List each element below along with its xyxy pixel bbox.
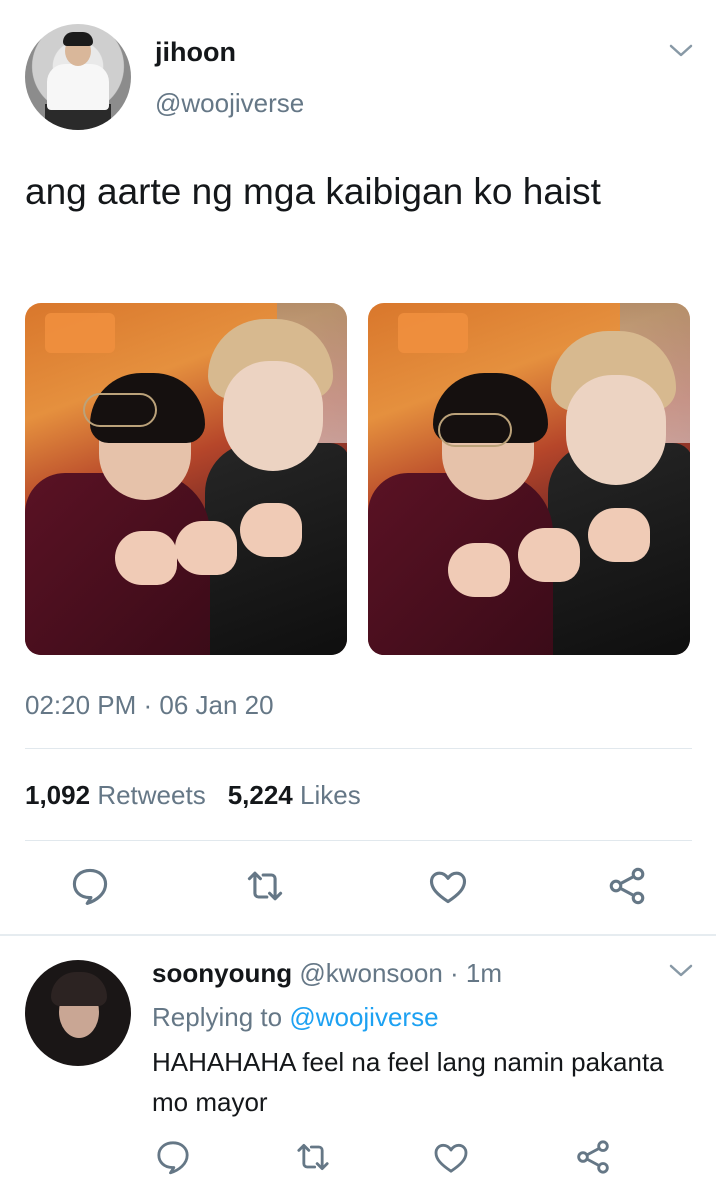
author-display-name[interactable]: jihoon [155, 37, 236, 68]
divider [25, 748, 692, 749]
reply-author-display-name[interactable]: soonyoung [152, 958, 292, 988]
replying-to-link[interactable]: @woojiverse [289, 1002, 438, 1032]
retweets-stat[interactable]: 1,092 Retweets [25, 780, 206, 810]
reply-icon[interactable] [68, 864, 112, 908]
reply-time: · 1m [450, 958, 503, 988]
retweets-label: Retweets [97, 780, 206, 810]
share-icon[interactable] [605, 864, 649, 908]
tweet-text: ang aarte ng mga kaibigan ko haist [25, 171, 601, 212]
chevron-down-icon[interactable] [668, 42, 694, 60]
section-divider [0, 934, 716, 936]
tweet-photo-1[interactable] [25, 303, 347, 655]
likes-count: 5,224 [227, 780, 293, 810]
like-icon[interactable] [431, 1137, 471, 1177]
reply-text: HAHAHAHA feel na feel lang namin pakanta… [152, 1047, 664, 1117]
tweet-photo-2[interactable] [368, 303, 690, 655]
reply-icon[interactable] [153, 1137, 193, 1177]
retweet-icon[interactable] [243, 864, 287, 908]
author-handle[interactable]: @woojiverse [155, 88, 304, 119]
retweets-count: 1,092 [25, 780, 91, 810]
tweet-timestamp[interactable]: 02:20 PM · 06 Jan 20 [25, 690, 274, 721]
replying-to: Replying to @woojiverse [152, 1002, 439, 1033]
author-avatar[interactable] [25, 24, 131, 130]
divider [25, 840, 692, 841]
reply-header: soonyoung @kwonsoon · 1m [152, 958, 502, 989]
like-icon[interactable] [426, 864, 470, 908]
likes-label: Likes [300, 780, 361, 810]
retweet-icon[interactable] [293, 1137, 333, 1177]
replying-prefix: Replying to [152, 1002, 283, 1032]
reply-author-handle[interactable]: @kwonsoon [299, 958, 442, 988]
chevron-down-icon[interactable] [668, 962, 694, 980]
likes-stat[interactable]: 5,224 Likes [228, 780, 361, 810]
engagement-stats: 1,092 Retweets 5,224 Likes [25, 780, 361, 811]
reply-author-avatar[interactable] [25, 960, 131, 1066]
share-icon[interactable] [573, 1137, 613, 1177]
